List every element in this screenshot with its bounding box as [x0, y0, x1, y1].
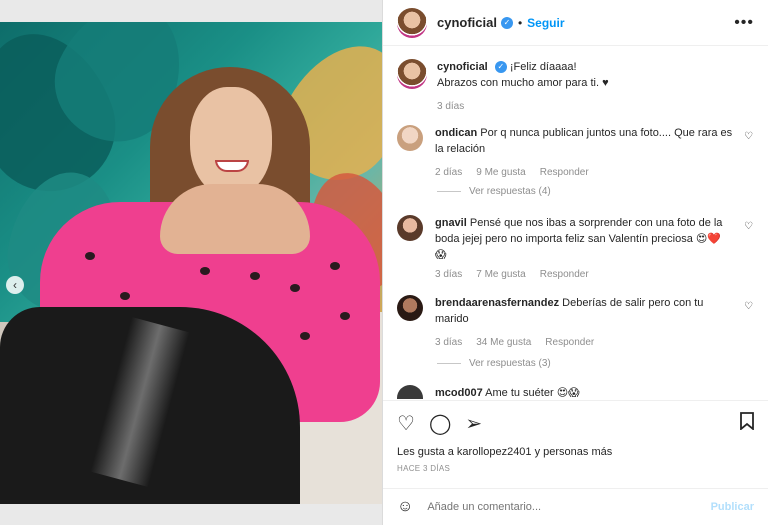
comment-row: ondican Por q nunca publican juntos una …	[397, 125, 757, 181]
verified-icon: ✓	[494, 61, 507, 74]
sweater-heart	[330, 262, 340, 270]
heart-icon[interactable]: ♡	[397, 411, 415, 436]
comment-input[interactable]	[427, 501, 711, 513]
avatar[interactable]	[397, 385, 423, 399]
comment-time: 3 días	[435, 337, 463, 348]
caption-row: cynoficial ✓ ¡Feliz díaaaa! Abrazos con …	[397, 59, 757, 115]
actions-bar: ♡ ◯ ➢ Les gusta a karollopez2401 y perso…	[383, 400, 768, 480]
replies-line	[437, 191, 461, 192]
heart-icon[interactable]: ♡	[744, 301, 753, 312]
comment-likes[interactable]: 9 Me gusta	[476, 165, 525, 181]
view-replies-button[interactable]: Ver respuestas (4)	[437, 186, 551, 197]
comment-username[interactable]: ondican	[435, 127, 477, 139]
avatar[interactable]	[397, 125, 423, 151]
view-replies-label[interactable]: Ver respuestas (3)	[469, 358, 551, 369]
caption-time: 3 días	[437, 101, 465, 112]
reply-button[interactable]: Responder	[540, 267, 589, 283]
bookmark-svg	[740, 411, 754, 431]
sweater-heart	[200, 267, 210, 275]
sweater-heart	[300, 332, 310, 340]
comment-text: Pensé que nos ibas a sorprender con una …	[435, 217, 723, 261]
caption-username[interactable]: cynoficial	[437, 61, 488, 73]
chevron-left-icon[interactable]: ‹	[6, 276, 24, 294]
comment-body: mcod007 Ame tu suéter 😍😱	[435, 385, 757, 399]
avatar[interactable]	[397, 295, 423, 321]
comments-list[interactable]: cynoficial ✓ ¡Feliz díaaaa! Abrazos con …	[383, 47, 768, 399]
sweater-heart	[85, 252, 95, 260]
comment-meta: 3 días 34 Me gusta Responder	[435, 335, 735, 351]
post-side-panel: cynoficial ✓ • Seguir ••• cynoficial ✓ ¡…	[382, 0, 768, 525]
reply-button[interactable]: Responder	[545, 335, 594, 351]
verified-icon: ✓	[500, 16, 513, 29]
view-replies-label[interactable]: Ver respuestas (4)	[469, 186, 551, 197]
publish-button[interactable]: Publicar	[711, 501, 754, 513]
caption-meta: 3 días	[437, 99, 735, 115]
likes-text[interactable]: Les gusta a karollopez2401 y personas má…	[397, 446, 754, 458]
more-options-icon[interactable]: •••	[734, 14, 754, 32]
post-modal: ‹ cynoficial ✓ • Seguir ••• cynoficial ✓…	[0, 0, 768, 525]
comment-meta: 3 días 7 Me gusta Responder	[435, 267, 735, 283]
avatar[interactable]	[397, 7, 427, 38]
bookmark-icon[interactable]	[740, 411, 754, 436]
comment-username[interactable]: brendaarenasfernandez	[435, 297, 559, 309]
comment-username[interactable]: gnavil	[435, 217, 467, 229]
post-header: cynoficial ✓ • Seguir •••	[383, 0, 768, 46]
separator-dot: •	[517, 15, 523, 30]
comment-composer: ☺ Publicar	[383, 488, 768, 525]
heart-icon[interactable]: ♡	[744, 221, 753, 232]
action-icons: ♡ ◯ ➢	[397, 411, 754, 436]
comment-body: gnavil Pensé que nos ibas a sorprender c…	[435, 215, 757, 283]
avatar[interactable]	[397, 215, 423, 241]
comment-time: 2 días	[435, 167, 463, 178]
caption-line-2: Abrazos con mucho amor para ti. ♥	[437, 77, 609, 89]
comment-username[interactable]: mcod007	[435, 387, 483, 399]
comment-time: 3 días	[435, 269, 463, 280]
view-replies-button[interactable]: Ver respuestas (3)	[437, 358, 551, 369]
sweater-heart	[290, 284, 300, 292]
sweater-heart	[120, 292, 130, 300]
post-photo[interactable]: ‹	[0, 22, 382, 504]
comment-likes[interactable]: 7 Me gusta	[476, 267, 525, 283]
reply-button[interactable]: Responder	[540, 165, 589, 181]
caption-body: cynoficial ✓ ¡Feliz díaaaa! Abrazos con …	[437, 59, 757, 115]
header-username[interactable]: cynoficial	[437, 15, 497, 30]
share-icon[interactable]: ➢	[465, 411, 482, 436]
replies-line	[437, 363, 461, 364]
comment-meta: 2 días 9 Me gusta Responder	[435, 165, 735, 181]
follow-button[interactable]: Seguir	[527, 16, 564, 30]
emoji-icon[interactable]: ☺	[397, 498, 413, 516]
comment-icon[interactable]: ◯	[429, 411, 451, 436]
heart-hands	[160, 184, 310, 254]
sweater-heart	[340, 312, 350, 320]
comment-body: ondican Por q nunca publican juntos una …	[435, 125, 757, 181]
comment-text: Ame tu suéter 😍😱	[485, 387, 580, 399]
comment-row: gnavil Pensé que nos ibas a sorprender c…	[397, 215, 757, 283]
comment-row: brendaarenasfernandez Deberías de salir …	[397, 295, 757, 351]
comment-body: brendaarenasfernandez Deberías de salir …	[435, 295, 757, 351]
comment-text: Por q nunca publican juntos una foto....…	[435, 127, 733, 155]
comment-likes[interactable]: 34 Me gusta	[476, 335, 531, 351]
post-time: HACE 3 DÍAS	[397, 464, 451, 473]
avatar[interactable]	[397, 59, 427, 89]
person-face	[190, 87, 272, 197]
caption-line-1: ¡Feliz díaaaa!	[509, 61, 577, 73]
heart-icon[interactable]: ♡	[744, 131, 753, 142]
sweater-heart	[250, 272, 260, 280]
comment-row: mcod007 Ame tu suéter 😍😱	[397, 385, 757, 399]
